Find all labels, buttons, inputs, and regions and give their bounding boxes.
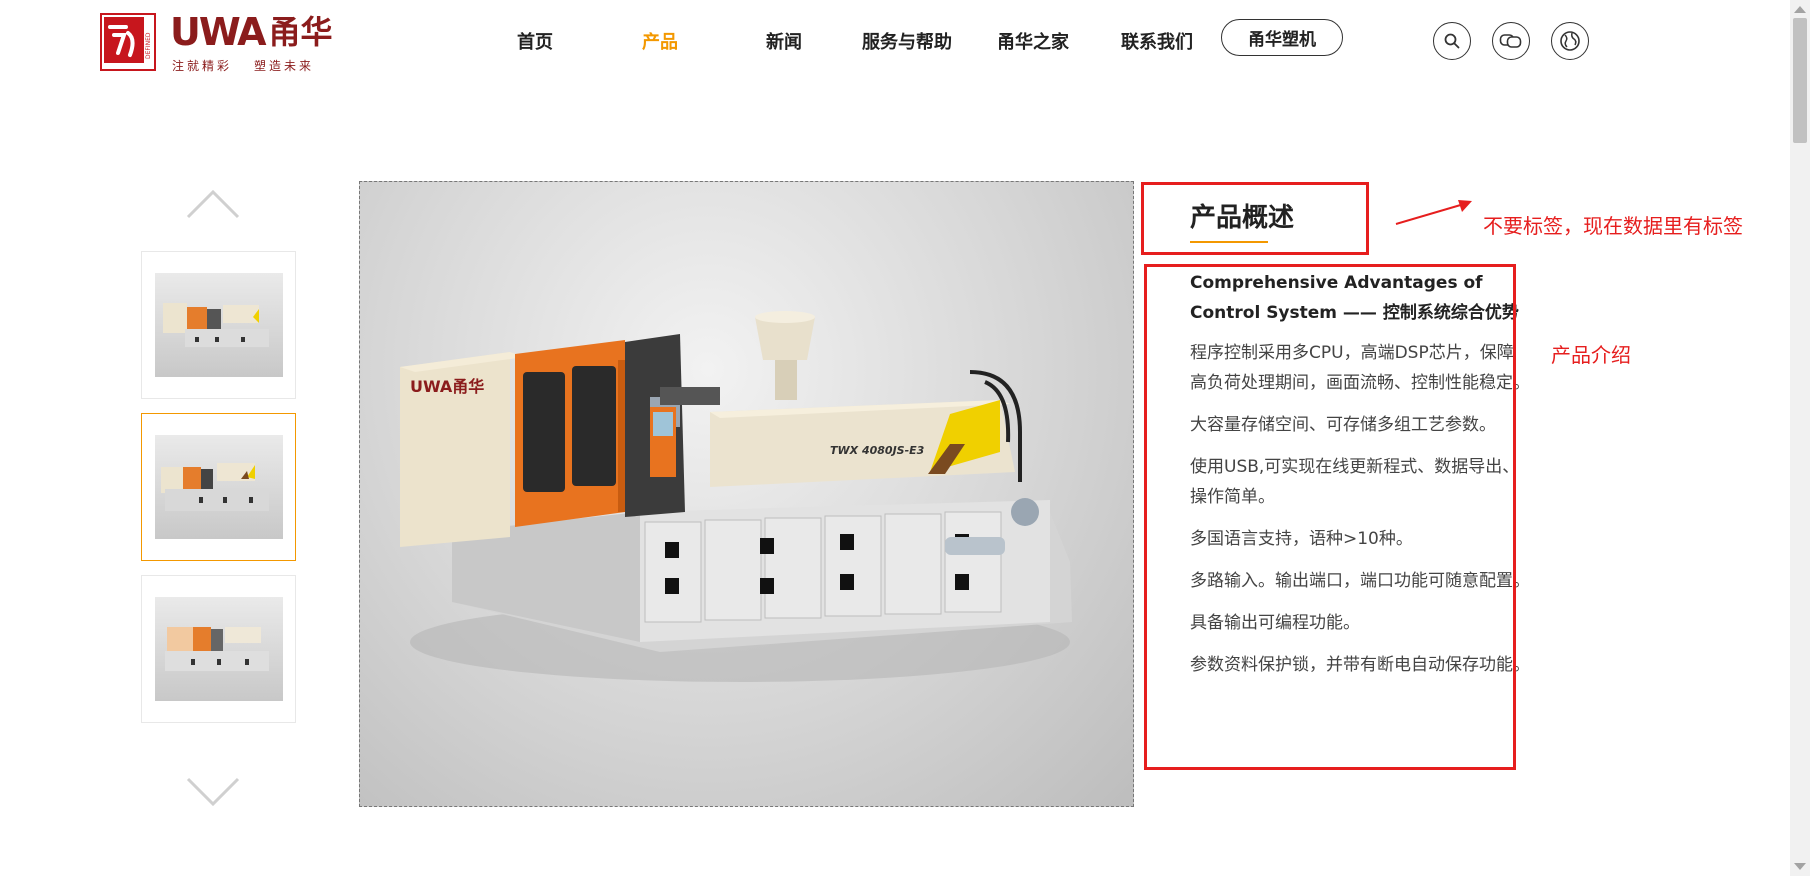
annotation-box-tab (1141, 182, 1369, 255)
scrollbar-thumb[interactable] (1793, 18, 1807, 143)
svg-text:DEFINED: DEFINED (145, 32, 152, 59)
page-scrollbar[interactable] (1790, 0, 1810, 876)
nav-item-service[interactable]: 服务与帮助 (862, 28, 952, 54)
chat-icon (1499, 34, 1522, 48)
brand-logo[interactable]: DEFINED UWA 甬华 注就精彩 塑造未来 (100, 13, 370, 73)
annotation-note-no-tag: 不要标签，现在数据里有标签 (1483, 214, 1743, 238)
scroll-down-icon[interactable] (1794, 863, 1806, 870)
machine-brand-label: UWA甬华 (410, 377, 484, 396)
thumbnail-2[interactable] (141, 413, 296, 561)
globe-icon (1560, 31, 1580, 51)
nav-item-products[interactable]: 产品 (642, 28, 678, 54)
nav-item-about[interactable]: 甬华之家 (997, 28, 1069, 54)
gallery-next-button[interactable] (185, 776, 241, 808)
injection-molding-machine-image: UWA甬华 TWX 4080JS-E3 (400, 311, 1072, 682)
logo-mark-icon: DEFINED (100, 13, 156, 71)
annotation-note-intro: 产品介绍 (1551, 343, 1631, 367)
annotation-box-description (1144, 264, 1516, 770)
machine-model-label: TWX 4080JS-E3 (830, 444, 925, 457)
thumbnail-image (154, 435, 283, 539)
logo-wordmark: UWA 甬华 (170, 10, 333, 54)
thumbnail-3[interactable] (141, 575, 296, 723)
scroll-up-icon[interactable] (1794, 6, 1806, 13)
search-button[interactable] (1433, 22, 1471, 60)
product-main-image[interactable]: UWA甬华 TWX 4080JS-E3 (359, 181, 1134, 807)
nav-pill-yonghua-plastic[interactable]: 甬华塑机 (1221, 19, 1343, 56)
nav-item-contact[interactable]: 联系我们 (1121, 28, 1193, 54)
thumbnail-image (154, 597, 283, 701)
gallery-prev-button[interactable] (185, 188, 241, 220)
logo-slogan: 注就精彩 塑造未来 (172, 59, 315, 73)
thumbnail-image (154, 273, 283, 377)
language-button[interactable] (1551, 22, 1589, 60)
annotation-arrow-icon (1395, 200, 1472, 225)
nav-item-news[interactable]: 新闻 (766, 28, 802, 54)
chat-button[interactable] (1492, 22, 1530, 60)
nav-item-home[interactable]: 首页 (517, 28, 553, 54)
search-icon (1444, 33, 1460, 49)
thumbnail-1[interactable] (141, 251, 296, 399)
